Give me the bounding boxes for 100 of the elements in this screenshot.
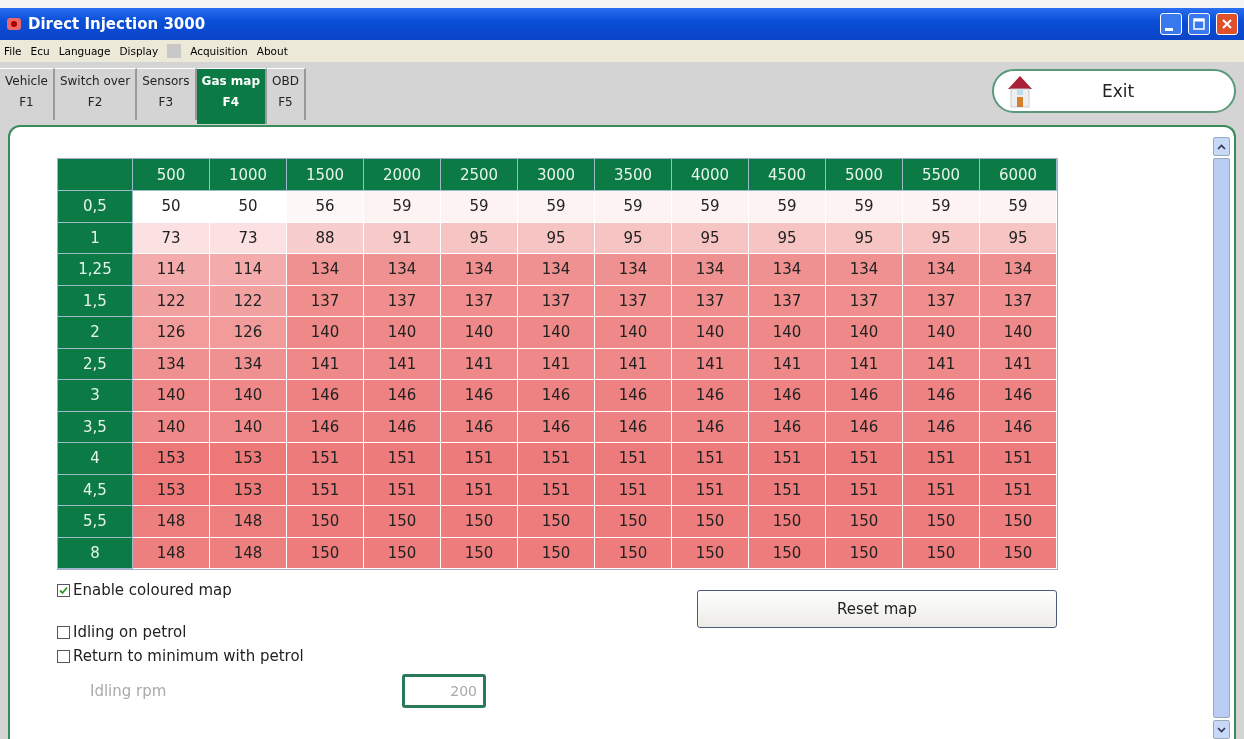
tab[interactable]: Gas map F4 bbox=[196, 68, 268, 124]
table-cell[interactable]: 59 bbox=[826, 191, 903, 223]
table-cell[interactable]: 95 bbox=[903, 222, 980, 254]
table-cell[interactable]: 140 bbox=[441, 317, 518, 349]
table-cell[interactable]: 146 bbox=[441, 380, 518, 412]
table-cell[interactable]: 137 bbox=[903, 285, 980, 317]
table-cell[interactable]: 141 bbox=[441, 348, 518, 380]
table-cell[interactable]: 150 bbox=[287, 506, 364, 538]
table-cell[interactable]: 95 bbox=[441, 222, 518, 254]
table-cell[interactable]: 95 bbox=[980, 222, 1057, 254]
table-cell[interactable]: 140 bbox=[133, 380, 210, 412]
table-cell[interactable]: 151 bbox=[364, 443, 441, 475]
table-cell[interactable]: 146 bbox=[903, 411, 980, 443]
table-cell[interactable]: 150 bbox=[364, 537, 441, 569]
menu-item[interactable]: About bbox=[256, 45, 288, 57]
table-cell[interactable]: 150 bbox=[441, 506, 518, 538]
table-cell[interactable]: 56 bbox=[287, 191, 364, 223]
table-cell[interactable]: 134 bbox=[518, 254, 595, 286]
table-cell[interactable]: 146 bbox=[595, 411, 672, 443]
table-cell[interactable]: 151 bbox=[518, 474, 595, 506]
table-cell[interactable]: 137 bbox=[364, 285, 441, 317]
table-cell[interactable]: 140 bbox=[903, 317, 980, 349]
table-cell[interactable]: 141 bbox=[980, 348, 1057, 380]
table-cell[interactable]: 146 bbox=[903, 380, 980, 412]
table-cell[interactable]: 134 bbox=[364, 254, 441, 286]
table-cell[interactable]: 134 bbox=[980, 254, 1057, 286]
table-cell[interactable]: 153 bbox=[133, 443, 210, 475]
tab[interactable]: Sensors F3 bbox=[137, 68, 197, 120]
table-cell[interactable]: 150 bbox=[749, 537, 826, 569]
table-cell[interactable]: 150 bbox=[903, 537, 980, 569]
table-cell[interactable]: 134 bbox=[749, 254, 826, 286]
table-cell[interactable]: 150 bbox=[595, 506, 672, 538]
table-cell[interactable]: 140 bbox=[518, 317, 595, 349]
tab[interactable]: OBD F5 bbox=[267, 68, 306, 120]
table-cell[interactable]: 95 bbox=[749, 222, 826, 254]
table-cell[interactable]: 122 bbox=[210, 285, 287, 317]
tab[interactable]: Vehicle F1 bbox=[0, 68, 55, 120]
table-cell[interactable]: 146 bbox=[287, 380, 364, 412]
table-cell[interactable]: 59 bbox=[903, 191, 980, 223]
checkbox-option[interactable]: Enable coloured map bbox=[57, 578, 697, 602]
table-cell[interactable]: 153 bbox=[210, 443, 287, 475]
table-cell[interactable]: 146 bbox=[518, 411, 595, 443]
table-cell[interactable]: 140 bbox=[749, 317, 826, 349]
table-cell[interactable]: 137 bbox=[441, 285, 518, 317]
table-cell[interactable]: 141 bbox=[595, 348, 672, 380]
table-cell[interactable]: 151 bbox=[826, 443, 903, 475]
table-cell[interactable]: 140 bbox=[672, 317, 749, 349]
table-cell[interactable]: 151 bbox=[749, 443, 826, 475]
table-cell[interactable]: 134 bbox=[595, 254, 672, 286]
table-cell[interactable]: 59 bbox=[749, 191, 826, 223]
checkbox[interactable] bbox=[57, 649, 70, 663]
table-cell[interactable]: 153 bbox=[210, 474, 287, 506]
table-cell[interactable]: 140 bbox=[595, 317, 672, 349]
table-cell[interactable]: 148 bbox=[210, 506, 287, 538]
table-cell[interactable]: 150 bbox=[749, 506, 826, 538]
close-button[interactable] bbox=[1216, 13, 1238, 35]
scroll-down-icon[interactable] bbox=[1217, 726, 1226, 733]
table-cell[interactable]: 150 bbox=[287, 537, 364, 569]
table-cell[interactable]: 137 bbox=[980, 285, 1057, 317]
table-cell[interactable]: 146 bbox=[287, 411, 364, 443]
table-cell[interactable]: 141 bbox=[287, 348, 364, 380]
table-cell[interactable]: 137 bbox=[518, 285, 595, 317]
table-cell[interactable]: 151 bbox=[518, 443, 595, 475]
table-cell[interactable]: 59 bbox=[980, 191, 1057, 223]
table-cell[interactable]: 150 bbox=[980, 506, 1057, 538]
checkbox-option[interactable]: Idling on petrol bbox=[57, 620, 697, 644]
table-cell[interactable]: 141 bbox=[749, 348, 826, 380]
table-cell[interactable]: 150 bbox=[518, 506, 595, 538]
table-cell[interactable]: 146 bbox=[364, 380, 441, 412]
table-cell[interactable]: 151 bbox=[441, 474, 518, 506]
table-cell[interactable]: 150 bbox=[441, 537, 518, 569]
maximize-button[interactable] bbox=[1188, 13, 1210, 35]
table-cell[interactable]: 148 bbox=[210, 537, 287, 569]
table-cell[interactable]: 126 bbox=[133, 317, 210, 349]
table-cell[interactable]: 134 bbox=[133, 348, 210, 380]
table-cell[interactable]: 59 bbox=[595, 191, 672, 223]
table-cell[interactable]: 122 bbox=[133, 285, 210, 317]
table-cell[interactable]: 73 bbox=[210, 222, 287, 254]
table-cell[interactable]: 151 bbox=[826, 474, 903, 506]
table-cell[interactable]: 151 bbox=[287, 474, 364, 506]
table-cell[interactable]: 146 bbox=[826, 380, 903, 412]
table-cell[interactable]: 151 bbox=[287, 443, 364, 475]
table-cell[interactable]: 146 bbox=[518, 380, 595, 412]
table-cell[interactable]: 134 bbox=[672, 254, 749, 286]
table-cell[interactable]: 95 bbox=[672, 222, 749, 254]
table-cell[interactable]: 146 bbox=[749, 380, 826, 412]
exit-button[interactable]: Exit bbox=[992, 69, 1236, 113]
table-cell[interactable]: 146 bbox=[595, 380, 672, 412]
table-cell[interactable]: 146 bbox=[441, 411, 518, 443]
table-cell[interactable]: 141 bbox=[826, 348, 903, 380]
table-cell[interactable]: 150 bbox=[903, 506, 980, 538]
table-cell[interactable]: 151 bbox=[364, 474, 441, 506]
menu-item[interactable]: File bbox=[4, 45, 22, 57]
table-cell[interactable]: 140 bbox=[980, 317, 1057, 349]
table-cell[interactable]: 151 bbox=[903, 443, 980, 475]
menu-item[interactable]: Language bbox=[58, 45, 111, 57]
menu-item[interactable]: Acquisition bbox=[190, 45, 248, 57]
table-cell[interactable]: 59 bbox=[441, 191, 518, 223]
table-cell[interactable]: 141 bbox=[903, 348, 980, 380]
table-cell[interactable]: 140 bbox=[826, 317, 903, 349]
